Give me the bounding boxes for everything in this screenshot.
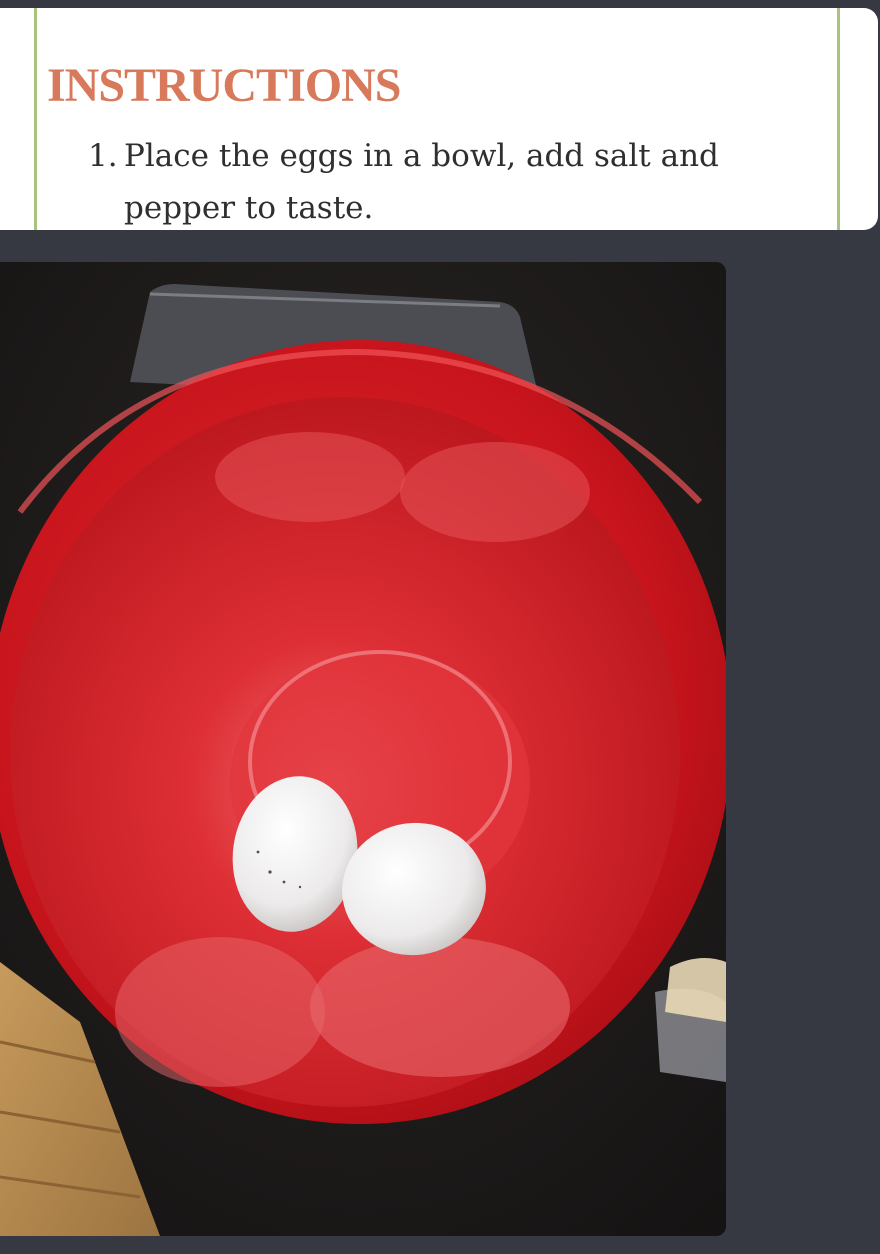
- instruction-step: 1. Place the eggs in a bowl, add salt an…: [88, 130, 808, 230]
- photo-illustration: [0, 262, 726, 1236]
- instructions-card: INSTRUCTIONS 1. Place the eggs in a bowl…: [0, 8, 878, 230]
- top-strip: [0, 0, 880, 8]
- instruction-list: 1. Place the eggs in a bowl, add salt an…: [88, 130, 808, 230]
- instructions-heading: INSTRUCTIONS: [47, 59, 401, 112]
- step-text: Place the eggs in a bowl, add salt and p…: [124, 138, 719, 226]
- card-right-rule: [837, 8, 840, 230]
- step-number: 1.: [88, 138, 118, 174]
- card-left-rule: [34, 8, 37, 230]
- step-photo[interactable]: [0, 262, 726, 1236]
